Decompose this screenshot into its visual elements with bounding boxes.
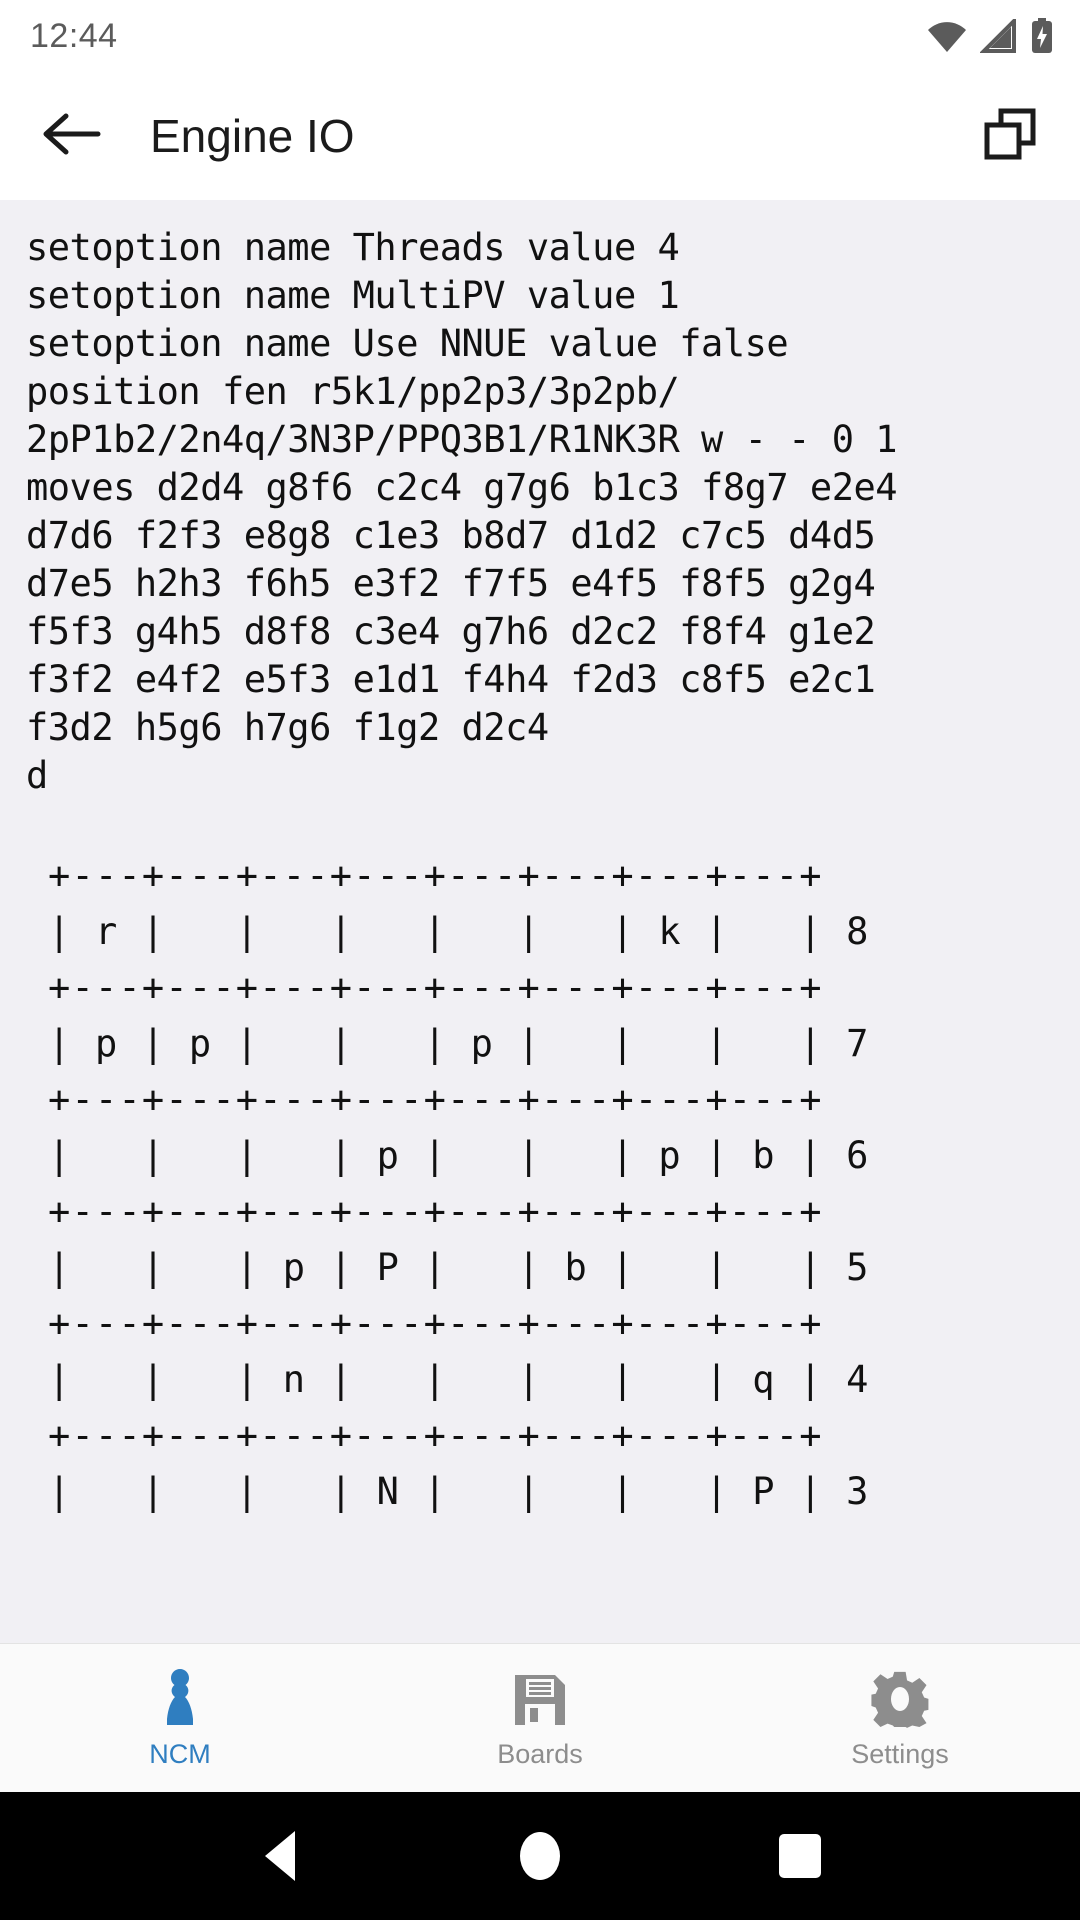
tab-settings[interactable]: Settings <box>720 1644 1080 1792</box>
back-button[interactable] <box>34 98 110 174</box>
nav-back-icon <box>265 1831 295 1881</box>
nav-recents-icon <box>779 1834 821 1878</box>
engine-log-text: setoption name Threads value 4 setoption… <box>26 226 898 797</box>
engine-io-console[interactable]: setoption name Threads value 4 setoption… <box>0 200 1080 1643</box>
status-bar: 12:44 <box>0 0 1080 72</box>
tab-label-boards: Boards <box>497 1738 583 1769</box>
arrow-back-icon <box>42 110 102 163</box>
status-clock: 12:44 <box>30 16 118 55</box>
cell-signal-icon <box>980 19 1018 53</box>
tab-label-ncm: NCM <box>149 1738 211 1769</box>
nav-back-button[interactable] <box>220 1792 340 1920</box>
nav-home-icon <box>520 1832 560 1880</box>
copy-button[interactable] <box>972 98 1048 174</box>
chess-pawn-icon <box>154 1667 206 1729</box>
tab-label-settings: Settings <box>851 1738 949 1769</box>
status-icon-group <box>926 18 1054 54</box>
battery-charging-icon <box>1030 18 1054 54</box>
android-nav-bar <box>0 1792 1080 1920</box>
page-title: Engine IO <box>150 110 355 162</box>
save-floppy-icon <box>511 1667 569 1729</box>
app-bar: Engine IO <box>0 72 1080 200</box>
ascii-board-text: +---+---+---+---+---+---+---+---+ | r | … <box>48 854 870 1513</box>
tab-ncm[interactable]: NCM <box>0 1644 360 1792</box>
nav-recents-button[interactable] <box>740 1792 860 1920</box>
wifi-icon <box>926 19 968 53</box>
tab-boards[interactable]: Boards <box>360 1644 720 1792</box>
phone-screen: 12:44 Engine IO setoption name Threads v… <box>0 0 1080 1920</box>
ascii-board: +---+---+---+---+---+---+---+---+ | r | … <box>26 848 1080 1520</box>
bottom-tab-bar: NCM Boards Settings <box>0 1643 1080 1792</box>
gear-icon <box>870 1667 930 1729</box>
nav-home-button[interactable] <box>480 1792 600 1920</box>
copy-icon <box>981 105 1039 168</box>
